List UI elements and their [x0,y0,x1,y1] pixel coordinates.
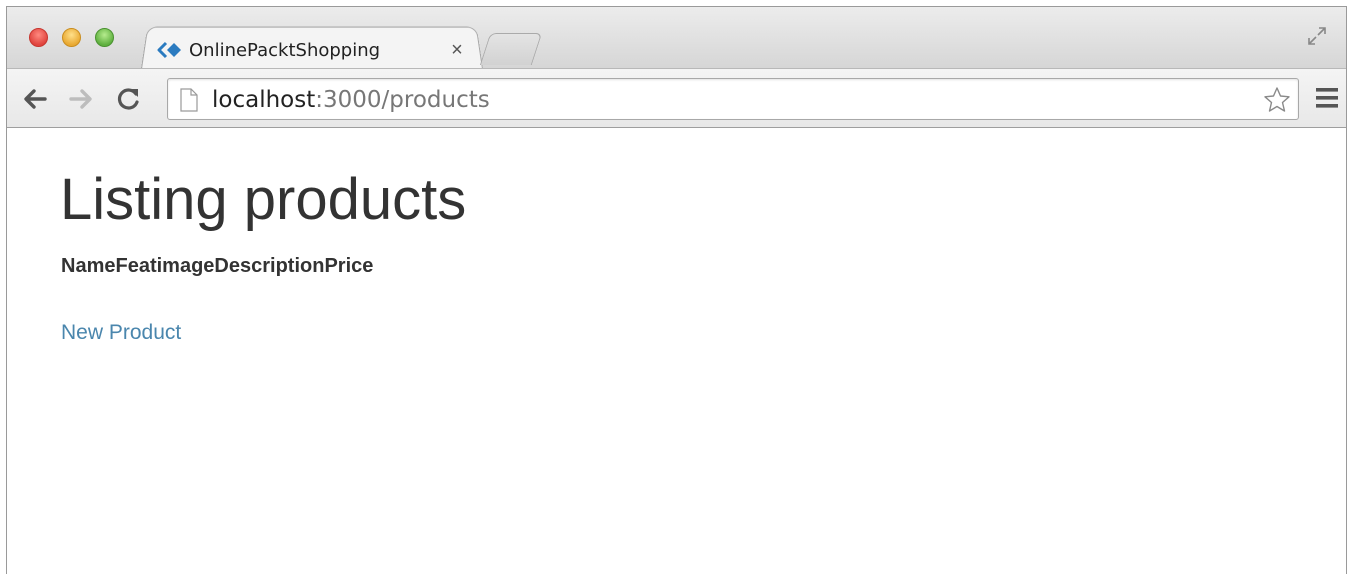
new-product-link[interactable]: New Product [61,321,181,345]
tab-close-icon[interactable]: × [445,39,469,62]
page-title: Listing products [60,167,467,232]
address-bar[interactable]: localhost:3000/products [167,78,1299,120]
minimize-window-button[interactable] [62,28,81,47]
forward-arrow-icon[interactable] [67,85,95,113]
tab-title: OnlinePacktShopping [189,39,381,61]
bookmark-star-icon[interactable] [1262,85,1292,115]
products-table-header: Name Featimage Description Price [61,255,373,278]
browser-toolbar: localhost:3000/products [7,68,1346,128]
page-content: Listing products Name Featimage Descriptio… [7,128,1346,574]
url-path: :3000/products [315,87,490,113]
fullscreen-icon[interactable] [1306,25,1328,47]
browser-window: OnlinePacktShopping × localhost:3000/pro… [6,6,1347,574]
browser-tab-content[interactable]: OnlinePacktShopping × [157,35,477,65]
reload-icon[interactable] [115,85,143,113]
close-window-button[interactable] [29,28,48,47]
menu-icon[interactable] [1314,85,1340,111]
maximize-window-button[interactable] [95,28,114,47]
page-icon [180,88,198,112]
url-text[interactable]: localhost:3000/products [212,87,490,113]
url-host: localhost [212,87,316,113]
title-bar: OnlinePacktShopping × [7,7,1346,69]
back-arrow-icon[interactable] [21,85,49,113]
column-header-description: Description [214,255,325,277]
column-header-featimage: Featimage [115,255,215,277]
rails-logo-icon [157,41,181,59]
column-header-price: Price [324,255,374,277]
column-header-name: Name [61,255,116,277]
new-tab-button[interactable] [479,33,543,65]
